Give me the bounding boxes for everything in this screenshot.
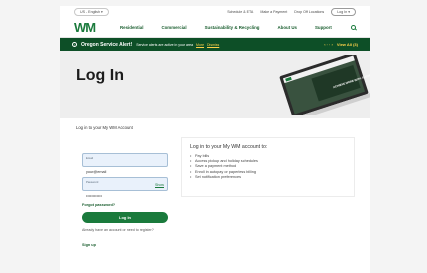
alert-message: Service alerts are active in your area [136,42,194,47]
email-value: your@email [86,170,107,174]
info-icon: ! [72,42,77,47]
page: US - English ▾ Schedule & ETA Make a Pay… [60,6,370,273]
alert-nav-arrows[interactable]: ‹ · · › [324,42,333,47]
signup-link[interactable]: Sign up [82,243,96,247]
make-payment-link[interactable]: Make a Payment [260,10,287,14]
info-title: Log in to your My WM account to: [190,144,268,150]
main-nav: WM Residential Commercial Sustainability… [60,18,370,38]
forgot-password-link[interactable]: Forgot password? [82,203,115,207]
info-card: Log in to your My WM account to: Pay bil… [181,137,355,197]
nav-items: Residential Commercial Sustainability & … [120,25,332,30]
alert-more-link[interactable]: More [196,43,204,47]
email-label: Email [86,156,93,160]
alert-dismiss-link[interactable]: Dismiss [207,43,219,47]
search-icon[interactable] [351,25,356,30]
email-field[interactable]: Email your@email [82,153,168,174]
alert-pager: ‹ · · › View All (3) [324,42,358,47]
password-field[interactable]: Password •••••••••••• Show [82,177,168,198]
list-item: Set notification preferences [190,175,346,180]
top-login-button[interactable]: Log In ▾ [331,8,356,16]
password-label: Password [86,180,99,184]
hero-banner: Log In ACHIEVE MORE WITH SUSTAINABLE SOL… [60,51,370,118]
utility-bar: US - English ▾ Schedule & ETA Make a Pay… [60,6,370,18]
nav-item-sustainability[interactable]: Sustainability & Recycling [205,25,260,30]
browser-frame: US - English ▾ Schedule & ETA Make a Pay… [0,0,427,273]
login-button[interactable]: Log In [82,212,168,223]
password-value: •••••••••••• [86,194,102,198]
no-account-text: Already have an account or need to regis… [82,228,154,232]
language-selector[interactable]: US - English ▾ [74,8,109,16]
benefits-list: Pay bills Access pickup and holiday sche… [190,154,346,180]
section-label: Log in to your My WM Account [76,125,133,130]
logo-text: WM [74,20,96,35]
login-form: Email your@email Password •••••••••••• S… [74,137,174,273]
utility-links: Schedule & ETA Make a Payment Drop Off L… [227,8,356,16]
page-title: Log In [76,67,124,84]
schedule-link[interactable]: Schedule & ETA [227,10,253,14]
laptop-image: ACHIEVE MORE WITH SUSTAINABLE SOLUTIONS [279,55,370,115]
show-password-link[interactable]: Show [155,183,164,187]
service-alert: ! Oregon Service Alert! Service alerts a… [60,38,370,51]
nav-item-support[interactable]: Support [315,25,332,30]
nav-item-about[interactable]: About Us [277,25,297,30]
nav-item-commercial[interactable]: Commercial [161,25,186,30]
view-all-link[interactable]: View All (3) [337,42,358,47]
alert-title: Oregon Service Alert! [81,41,133,48]
wm-logo[interactable]: WM [74,20,104,35]
drop-off-link[interactable]: Drop Off Locations [294,10,324,14]
nav-item-residential[interactable]: Residential [120,25,143,30]
